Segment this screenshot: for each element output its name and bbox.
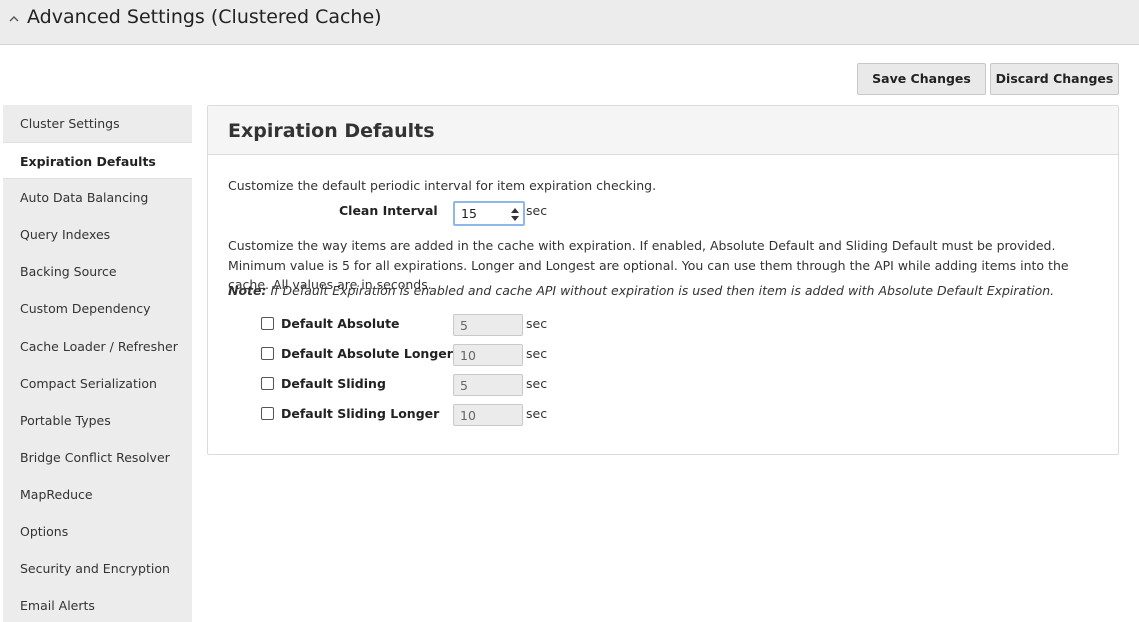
chevron-up-icon[interactable] <box>7 11 21 25</box>
note-label: Note: <box>228 283 267 298</box>
save-changes-button[interactable]: Save Changes <box>857 63 986 95</box>
panel-title: Expiration Defaults <box>228 120 435 142</box>
default-sliding-checkbox[interactable] <box>261 377 274 390</box>
discard-changes-button[interactable]: Discard Changes <box>990 63 1119 95</box>
default-sliding-longer-checkbox[interactable] <box>261 407 274 420</box>
sidebar-item-auto-data-balancing[interactable]: Auto Data Balancing <box>3 179 192 216</box>
default-sliding-longer-value: 10 <box>460 408 476 423</box>
default-absolute-longer-unit: sec <box>526 346 548 361</box>
sidebar-item-options[interactable]: Options <box>3 513 192 550</box>
expiration-defaults-panel: Expiration Defaults Customize the defaul… <box>207 105 1119 455</box>
sidebar-item-cache-loader-refresher[interactable]: Cache Loader / Refresher <box>3 328 192 365</box>
section-header[interactable]: Advanced Settings (Clustered Cache) <box>0 0 1139 45</box>
clean-interval-label: Clean Interval <box>339 203 438 218</box>
sidebar-item-compact-serialization[interactable]: Compact Serialization <box>3 365 192 402</box>
sidebar-item-security-encryption[interactable]: Security and Encryption <box>3 550 192 587</box>
default-sliding-label: Default Sliding <box>281 376 386 391</box>
default-sliding-longer-unit: sec <box>526 406 548 421</box>
default-sliding-unit: sec <box>526 376 548 391</box>
default-absolute-label: Default Absolute <box>281 316 400 331</box>
default-sliding-input[interactable]: 5 <box>453 374 523 396</box>
sidebar-item-bridge-conflict-resolver[interactable]: Bridge Conflict Resolver <box>3 439 192 476</box>
settings-sidebar: Cluster Settings Expiration Defaults Aut… <box>3 105 192 622</box>
sidebar-item-expiration-defaults[interactable]: Expiration Defaults <box>3 142 192 180</box>
default-absolute-longer-input[interactable]: 10 <box>453 344 523 366</box>
default-absolute-longer-checkbox[interactable] <box>261 347 274 360</box>
sidebar-item-backing-source[interactable]: Backing Source <box>3 253 192 290</box>
sidebar-item-mapreduce[interactable]: MapReduce <box>3 476 192 513</box>
note-text: Note: If Default Expiration is enabled a… <box>228 281 1054 301</box>
default-sliding-value: 5 <box>460 378 468 393</box>
clean-interval-unit: sec <box>526 203 548 218</box>
default-sliding-longer-label: Default Sliding Longer <box>281 406 440 421</box>
default-sliding-longer-input[interactable]: 10 <box>453 404 523 426</box>
default-absolute-longer-label: Default Absolute Longer <box>281 346 453 361</box>
sidebar-item-query-indexes[interactable]: Query Indexes <box>3 216 192 253</box>
sidebar-item-email-alerts[interactable]: Email Alerts <box>3 587 192 622</box>
default-absolute-unit: sec <box>526 316 548 331</box>
sidebar-item-cluster-settings[interactable]: Cluster Settings <box>3 105 192 142</box>
sidebar-item-custom-dependency[interactable]: Custom Dependency <box>3 290 192 327</box>
default-absolute-input[interactable]: 5 <box>453 314 523 336</box>
default-absolute-longer-value: 10 <box>460 348 476 363</box>
default-absolute-value: 5 <box>460 318 468 333</box>
sidebar-item-portable-types[interactable]: Portable Types <box>3 402 192 439</box>
page-title: Advanced Settings (Clustered Cache) <box>27 6 382 28</box>
default-absolute-checkbox[interactable] <box>261 317 274 330</box>
clean-interval-input[interactable]: 15 <box>453 201 525 226</box>
intro-text: Customize the default periodic interval … <box>228 178 657 193</box>
spinner-arrows-icon[interactable] <box>510 205 520 223</box>
clean-interval-value: 15 <box>461 206 477 221</box>
note-body: If Default Expiration is enabled and cac… <box>266 283 1055 298</box>
panel-header: Expiration Defaults <box>208 106 1118 155</box>
